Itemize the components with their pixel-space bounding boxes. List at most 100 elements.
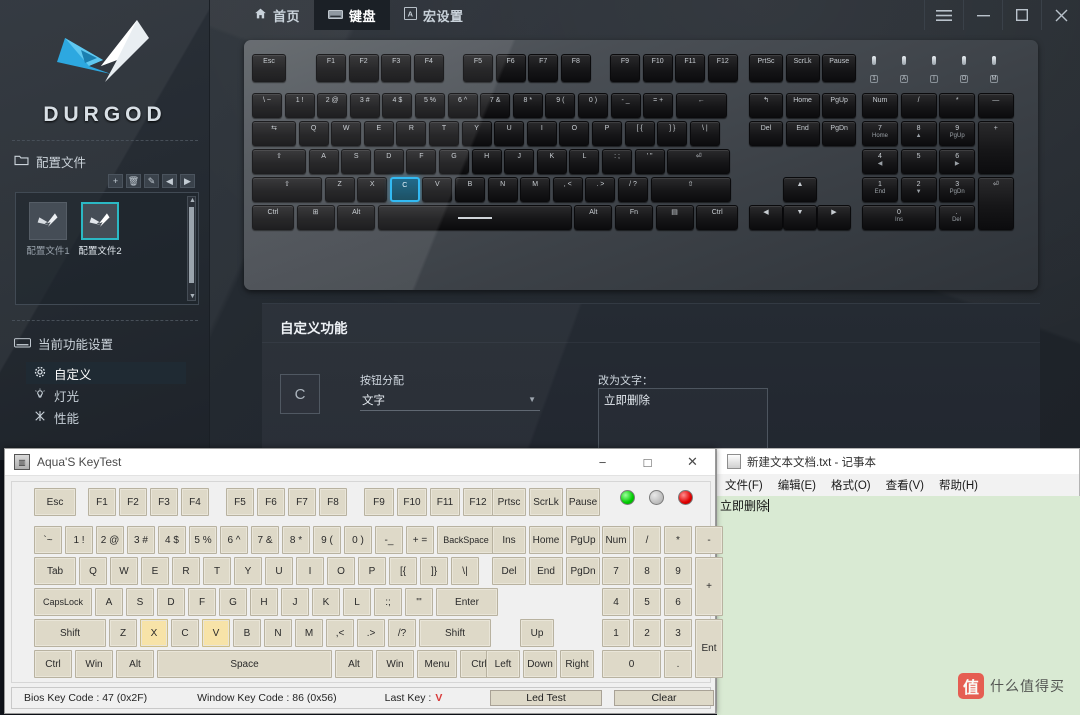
key-s-N[interactable]: N (487, 177, 518, 202)
key-esc[interactable]: Esc (252, 54, 286, 82)
keytest-key-num-4[interactable]: 4 $ (158, 526, 186, 554)
keytest-key-lctrl[interactable]: Ctrl (34, 650, 72, 678)
key-q-1[interactable]: Q (298, 121, 329, 146)
keytest-key-tab[interactable]: Tab (34, 557, 76, 585)
key-arrow-left[interactable]: ◀ (749, 205, 783, 230)
keytest-key-PgDn[interactable]: PgDn (566, 557, 600, 585)
keytest-key-c-7[interactable]: J (281, 588, 309, 616)
key-h-4[interactable]: F (406, 149, 437, 174)
key-s-M[interactable]: M (520, 177, 551, 202)
keytest-key-pad-dot[interactable]: . (664, 650, 692, 678)
key-h-11[interactable]: ' " (634, 149, 665, 174)
keytest-key-c-6[interactable]: H (250, 588, 278, 616)
tab-keyboard[interactable]: 键盘 (314, 0, 391, 30)
keytest-key-pad2[interactable]: 2 (633, 619, 661, 647)
key-win[interactable]: ⊞ (296, 205, 335, 230)
key-F10[interactable]: F10 (642, 54, 673, 82)
keytest-key-num-11[interactable]: -_ (375, 526, 403, 554)
menu-icon[interactable] (924, 0, 963, 30)
key-np-3[interactable]: — (977, 93, 1014, 118)
keytest-key-pad9[interactable]: 9 (664, 557, 692, 585)
key-ScrLk[interactable]: ScrLk (785, 54, 820, 82)
keytest-key-F7[interactable]: F7 (288, 488, 316, 516)
key-np-0[interactable]: Num (862, 93, 898, 118)
key-F12[interactable]: F12 (707, 54, 738, 82)
keytest-key-num-10[interactable]: 0 ) (344, 526, 372, 554)
keytest-key-End[interactable]: End (529, 557, 563, 585)
menu-file[interactable]: 文件(F) (725, 477, 763, 493)
key-tab[interactable]: ⇆ (252, 121, 296, 146)
keytest-key-lalt[interactable]: Alt (116, 650, 154, 678)
key-nav-1[interactable]: Home (785, 93, 820, 118)
keytest-key-Ins[interactable]: Ins (492, 526, 526, 554)
key-s-B[interactable]: B (455, 177, 485, 202)
key-q-3[interactable]: E (363, 121, 394, 146)
keytest-key-pad1[interactable]: 1 (602, 619, 630, 647)
keytest-key-menu[interactable]: Menu (417, 650, 457, 678)
key-capslock[interactable]: ⇧ (252, 149, 306, 174)
key-num-11[interactable]: - _ (610, 93, 641, 118)
keytest-key-F3[interactable]: F3 (150, 488, 178, 516)
keytest-key-c-1[interactable]: A (95, 588, 123, 616)
key-num-7[interactable]: 7 & (480, 93, 511, 118)
keytest-key-F2[interactable]: F2 (119, 488, 147, 516)
key-np-dot[interactable]: . Del (938, 205, 975, 230)
key-num-3[interactable]: 3 # (349, 93, 380, 118)
keytest-key-F1[interactable]: F1 (88, 488, 116, 516)
key-num-1[interactable]: 1 ! (284, 93, 315, 118)
keytest-key-c-8[interactable]: K (312, 588, 340, 616)
key-np-4[interactable]: 4 ◀ (862, 149, 898, 174)
key-F6[interactable]: F6 (495, 54, 526, 82)
keytest-key-lshift[interactable]: Shift (34, 619, 106, 647)
key-h-10[interactable]: : ; (602, 149, 632, 174)
keytest-key-Right[interactable]: Right (560, 650, 594, 678)
keytest-minimize-button[interactable]: − (580, 449, 625, 476)
keytest-key-F11[interactable]: F11 (430, 488, 460, 516)
key-F4[interactable]: F4 (413, 54, 444, 82)
keytest-key-num-5[interactable]: 5 % (189, 526, 217, 554)
key-np-enter[interactable]: ⏎ (977, 177, 1014, 230)
keytest-key-t-5[interactable]: T (203, 557, 231, 585)
keytest-key-t-4[interactable]: R (172, 557, 200, 585)
key-fn[interactable]: Fn (615, 205, 653, 230)
keytest-key-s-Z[interactable]: Z (109, 619, 137, 647)
keytest-key-t-11[interactable]: [{ (389, 557, 417, 585)
minimize-icon[interactable] (963, 0, 1002, 30)
key-q-10[interactable]: P (592, 121, 622, 146)
keytest-key-pad5[interactable]: 5 (633, 588, 661, 616)
key-np-0[interactable]: 0 Ins (862, 205, 936, 230)
key-s-V[interactable]: V (422, 177, 453, 202)
keytest-key-num-0[interactable]: `~ (34, 526, 62, 554)
profile-item-2[interactable]: 配置文件2 (76, 202, 124, 257)
keytest-key-t-6[interactable]: Y (234, 557, 262, 585)
scrollbar-thumb[interactable] (189, 207, 194, 283)
keytest-key-F5[interactable]: F5 (226, 488, 254, 516)
key-np-2[interactable]: * (939, 93, 976, 118)
assign-dropdown[interactable]: 文字 ▼ (360, 391, 540, 411)
key-F7[interactable]: F7 (528, 54, 559, 82)
key-arrow-up[interactable]: ▲ (783, 177, 817, 202)
key-lctrl[interactable]: Ctrl (252, 205, 294, 230)
keytest-key-s-[interactable]: ,< (326, 619, 354, 647)
keytest-key-pad8[interactable]: 8 (633, 557, 661, 585)
keytest-key-F9[interactable]: F9 (364, 488, 394, 516)
key-ralt[interactable]: Alt (574, 205, 613, 230)
keytest-key-F6[interactable]: F6 (257, 488, 285, 516)
keytest-key-rshift[interactable]: Shift (419, 619, 491, 647)
keytest-key-s-B[interactable]: B (233, 619, 261, 647)
sidebar-item-custom[interactable]: 自定义 (26, 362, 186, 384)
key-F9[interactable]: F9 (610, 54, 640, 82)
prev-profile-button[interactable]: ◀ (162, 174, 177, 188)
key-np-8[interactable]: 8 ▲ (900, 121, 937, 146)
keytest-key-t-12[interactable]: ]} (420, 557, 448, 585)
keytest-key-Left[interactable]: Left (486, 650, 520, 678)
keytest-key-c-2[interactable]: S (126, 588, 154, 616)
keytest-key-lwin[interactable]: Win (75, 650, 113, 678)
keytest-key-t-1[interactable]: Q (79, 557, 107, 585)
keytest-key-pad-2[interactable]: * (664, 526, 692, 554)
profile-list-scrollbar[interactable]: ▲ ▼ (187, 196, 196, 301)
menu-help[interactable]: 帮助(H) (939, 477, 978, 493)
keytest-key-space[interactable]: Space (157, 650, 332, 678)
keytest-key-t-3[interactable]: E (141, 557, 169, 585)
key-backspace[interactable]: ← (675, 93, 727, 118)
